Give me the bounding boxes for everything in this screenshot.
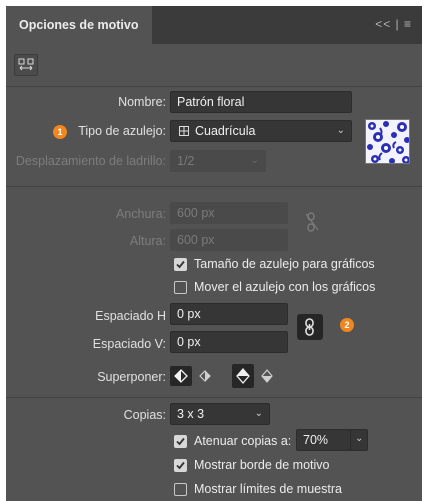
panel-body: Opciones de motivo << | ≡ Nombre: Patrón… xyxy=(6,6,422,501)
link-spacing-button[interactable] xyxy=(297,314,323,340)
width-label: Anchura: xyxy=(115,207,166,221)
overlap-left-button[interactable] xyxy=(170,366,192,386)
chevron-down-icon: ⌄ xyxy=(336,125,345,136)
brick-offset-value: 1/2 xyxy=(177,154,195,168)
checkmark-icon xyxy=(176,260,185,269)
v-spacing-label: Espaciado V: xyxy=(92,337,166,351)
overlap-top-button[interactable] xyxy=(232,364,254,388)
pattern-options-panel: Opciones de motivo << | ≡ Nombre: Patrón… xyxy=(0,0,427,501)
dim-copies-checkbox[interactable] xyxy=(174,435,187,448)
grid-icon xyxy=(179,126,189,136)
callout-badge-1: 1 xyxy=(53,125,67,139)
tile-size-to-art-checkbox[interactable] xyxy=(174,258,187,271)
tile-type-dropdown[interactable]: Cuadrícula ⌄ xyxy=(170,120,352,142)
divider xyxy=(6,397,422,398)
dim-copies-label: Atenuar copias a: xyxy=(194,434,292,448)
checkmark-icon xyxy=(176,437,185,446)
overlap-right-button[interactable] xyxy=(194,366,216,386)
copies-dropdown[interactable]: 3 x 3 ⌄ xyxy=(170,403,270,425)
height-input[interactable]: 600 px xyxy=(170,229,288,251)
panel-title: Opciones de motivo xyxy=(19,18,139,32)
unlink-icon[interactable] xyxy=(305,211,319,233)
callout-badge-2: 2 xyxy=(340,318,354,332)
tile-type-label: Tipo de azulejo: xyxy=(78,124,166,138)
overlap-top-icon xyxy=(236,368,250,384)
overlap-left-icon xyxy=(174,369,188,383)
dim-copies-dropdown-button[interactable]: ⌄ xyxy=(350,429,368,451)
overlap-label: Superponer: xyxy=(97,370,166,384)
move-tile-with-art-checkbox[interactable] xyxy=(174,281,187,294)
fit-tile-icon xyxy=(18,58,34,71)
h-spacing-label: Espaciado H xyxy=(95,309,166,323)
brick-offset-dropdown[interactable]: 1/2 ⌄ xyxy=(170,150,266,172)
h-spacing-input[interactable]: 0 px xyxy=(170,303,288,325)
move-tile-with-art-label: Mover el azulejo con los gráficos xyxy=(194,280,376,294)
pattern-preview xyxy=(365,119,410,164)
overlap-bottom-button[interactable] xyxy=(256,366,278,386)
chevron-down-icon: ⌄ xyxy=(355,433,364,444)
divider xyxy=(6,186,422,187)
name-label: Nombre: xyxy=(118,95,166,109)
show-swatch-bounds-checkbox[interactable] xyxy=(174,483,187,496)
chevron-down-icon: ⌄ xyxy=(254,408,263,419)
panel-menu-controls[interactable]: << | ≡ xyxy=(375,17,412,31)
fit-tile-button[interactable] xyxy=(14,54,38,76)
overlap-right-icon xyxy=(199,370,211,382)
show-tile-edge-checkbox[interactable] xyxy=(174,459,187,472)
name-input[interactable]: Patrón floral xyxy=(170,91,352,113)
tab-pattern-options[interactable]: Opciones de motivo xyxy=(6,6,152,44)
dim-copies-value: 70% xyxy=(303,433,329,447)
copies-value: 3 x 3 xyxy=(177,407,205,421)
overlap-bottom-icon xyxy=(261,369,273,383)
show-swatch-bounds-label: Mostrar límites de muestra xyxy=(194,482,342,496)
copies-label: Copias: xyxy=(123,408,166,422)
width-input[interactable]: 600 px xyxy=(170,202,288,224)
chevron-down-icon: ⌄ xyxy=(250,155,259,166)
link-icon xyxy=(305,318,314,336)
tile-size-to-art-label: Tamaño de azulejo para gráficos xyxy=(194,257,375,271)
tile-type-value: Cuadrícula xyxy=(195,124,256,138)
checkmark-icon xyxy=(176,461,185,470)
height-label: Altura: xyxy=(129,234,166,248)
divider xyxy=(6,86,422,87)
show-tile-edge-label: Mostrar borde de motivo xyxy=(194,458,330,472)
brick-offset-label: Desplazamiento de ladrillo: xyxy=(15,154,166,168)
panel-tab-bar: Opciones de motivo << | ≡ xyxy=(6,6,422,44)
v-spacing-input[interactable]: 0 px xyxy=(170,331,288,353)
